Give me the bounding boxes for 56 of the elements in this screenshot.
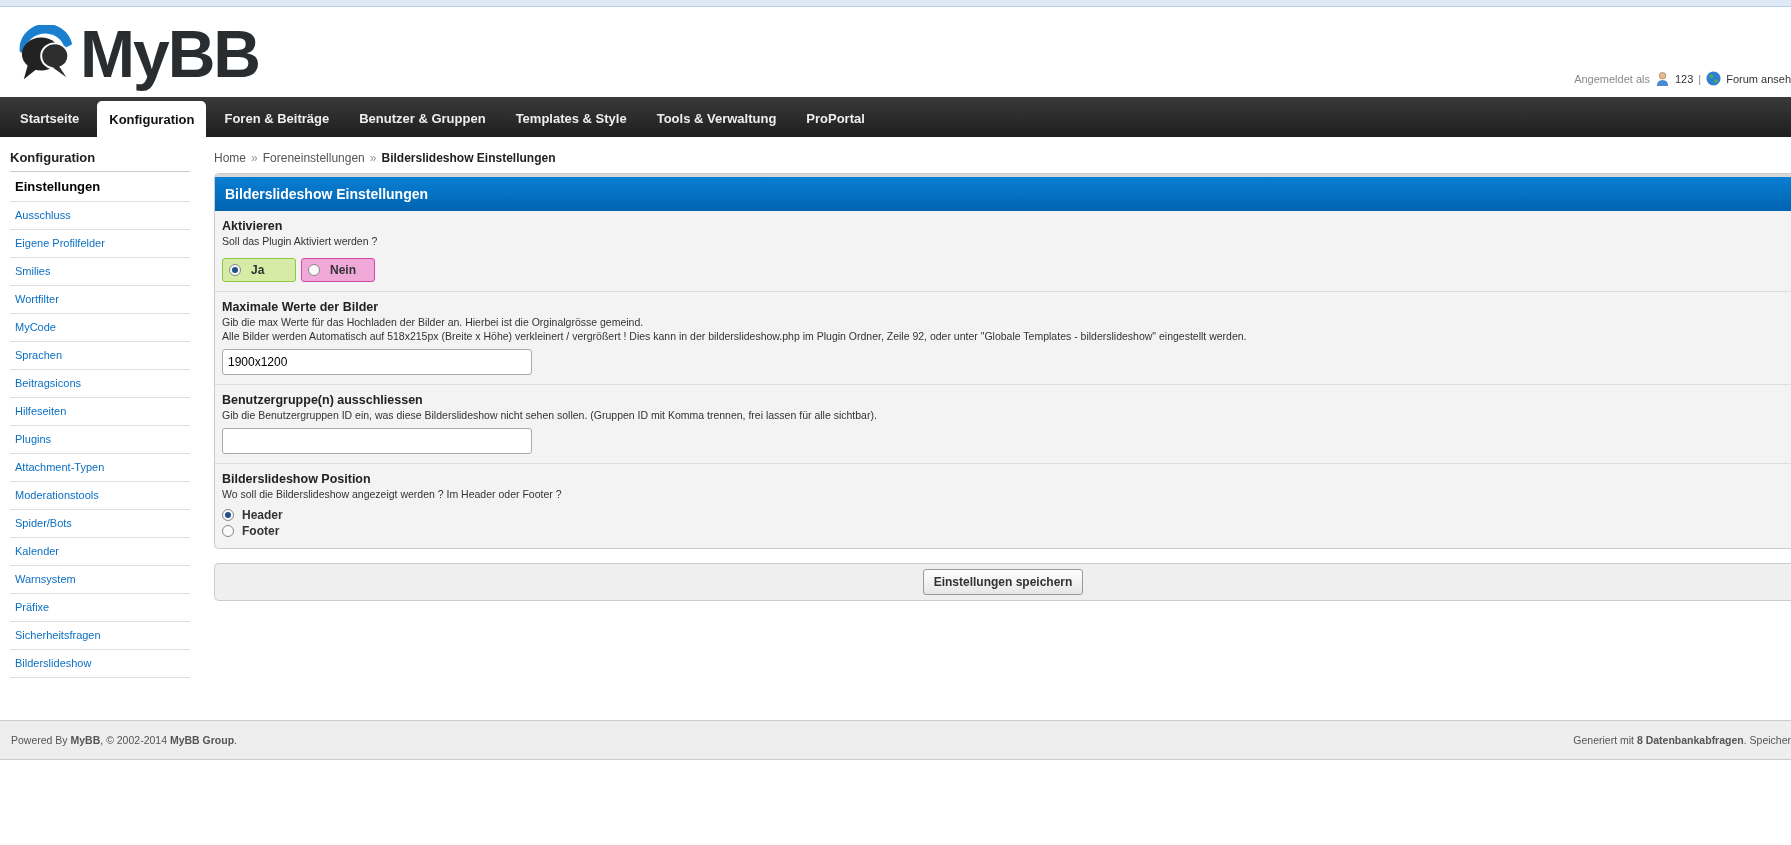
panel-title: Bilderslideshow Einstellungen bbox=[215, 174, 1791, 211]
setting-title: Benutzergruppe(n) ausschliessen bbox=[222, 393, 424, 407]
nav-tab[interactable]: Benutzer & Gruppen bbox=[347, 103, 498, 134]
sidebar-item[interactable]: Beitragsicons bbox=[10, 370, 190, 398]
sidebar-item[interactable]: Smilies bbox=[10, 258, 190, 286]
sidebar-item[interactable]: Moderationstools bbox=[10, 482, 190, 510]
logged-in-label: Angemeldet als bbox=[1574, 72, 1650, 85]
setting-description: Gib die max Werte für das Hochladen der Bilder an. Hierbei ist die Orginalgrösse gemeind. bbox=[222, 315, 645, 329]
sidebar-item[interactable]: Kalender bbox=[10, 538, 190, 566]
user-link[interactable]: 123 bbox=[1674, 72, 1694, 85]
breadcrumb-separator: » bbox=[369, 151, 377, 165]
radio-option[interactable]: Ja bbox=[222, 258, 296, 282]
radio-option[interactable]: Header bbox=[222, 507, 283, 523]
separator: | bbox=[1698, 72, 1702, 85]
save-button[interactable]: Einstellungen speichern bbox=[922, 569, 1084, 595]
breadcrumb-link[interactable]: Foreneinstellungen bbox=[262, 151, 365, 165]
nav-tab[interactable]: Templates & Style bbox=[503, 103, 639, 134]
sidebar-item[interactable]: Einstellungen bbox=[10, 172, 190, 202]
nav-tab[interactable]: ProPortal bbox=[794, 103, 877, 134]
setting-description: Soll das Plugin Aktiviert werden ? bbox=[222, 234, 379, 248]
sidebar-item[interactable]: Sprachen bbox=[10, 342, 190, 370]
radio-option[interactable]: Nein bbox=[301, 258, 375, 282]
footer-stats: Generiert mit 8 Datenbankabfragen. Speicher bbox=[1573, 734, 1791, 746]
input-field[interactable]: 1900x1200 bbox=[222, 349, 532, 375]
nav-tab[interactable]: Tools & Verwaltung bbox=[644, 103, 789, 134]
user-icon bbox=[1654, 71, 1670, 86]
sidebar-item[interactable]: Plugins bbox=[10, 426, 190, 454]
sidebar-item[interactable]: Wortfilter bbox=[10, 286, 190, 314]
sidebar-item[interactable]: Attachment-Typen bbox=[10, 454, 190, 482]
sidebar-item[interactable]: Ausschluss bbox=[10, 202, 190, 230]
sidebar-item[interactable]: Sicherheitsfragen bbox=[10, 622, 190, 650]
nav-tab[interactable]: Startseite bbox=[8, 103, 92, 134]
sidebar-item[interactable]: Eigene Profilfelder bbox=[10, 230, 190, 258]
setting-description: Wo soll die Bilderslideshow angezeigt werden ? Im Header oder Footer ? bbox=[222, 487, 563, 501]
sidebar-title: Konfiguration bbox=[10, 145, 190, 172]
nav-tab[interactable]: Foren & Beiträge bbox=[212, 103, 342, 134]
setting-title: Aktivieren bbox=[222, 219, 284, 233]
footer-credits: Powered By MyBB, © 2002-2014 MyBB Group. bbox=[11, 734, 237, 746]
input-field[interactable] bbox=[222, 428, 532, 454]
radio-option[interactable]: Footer bbox=[222, 523, 280, 539]
sidebar-item[interactable]: Bilderslideshow bbox=[10, 650, 190, 678]
breadcrumb-link[interactable]: Home bbox=[214, 151, 246, 165]
forum-link[interactable]: Forum anseh bbox=[1726, 72, 1791, 85]
sidebar-item[interactable]: MyCode bbox=[10, 314, 190, 342]
sidebar-item[interactable]: Hilfeseiten bbox=[10, 398, 190, 426]
breadcrumb-current: Bilderslideshow Einstellungen bbox=[381, 151, 556, 165]
setting-title: Bilderslideshow Position bbox=[222, 472, 372, 486]
setting-description: Gib die Benutzergruppen ID ein, was diese Bilderslideshow nicht sehen sollen. (Gruppen ID mit Komma trennen, frei lassen für alle sichtbar). bbox=[222, 408, 878, 422]
nav-tab[interactable]: Konfiguration bbox=[97, 101, 207, 137]
sidebar-item[interactable]: Präfixe bbox=[10, 594, 190, 622]
setting-description: Alle Bilder werden Automatisch auf 518x215px (Breite x Höhe) verkleinert / vergrößert ! Dies kann in der bilderslideshow.php im Plugin Ordner, Zeile 92, oder unter "Globale Templates - bilderslideshow" eingestellt werden. bbox=[222, 329, 1248, 343]
sidebar-item[interactable]: Spider/Bots bbox=[10, 510, 190, 538]
breadcrumb-separator: » bbox=[251, 151, 258, 165]
setting-title: Maximale Werte der Bilder bbox=[222, 300, 380, 314]
sidebar-item[interactable]: Warnsystem bbox=[10, 566, 190, 594]
globe-icon bbox=[1706, 71, 1722, 86]
